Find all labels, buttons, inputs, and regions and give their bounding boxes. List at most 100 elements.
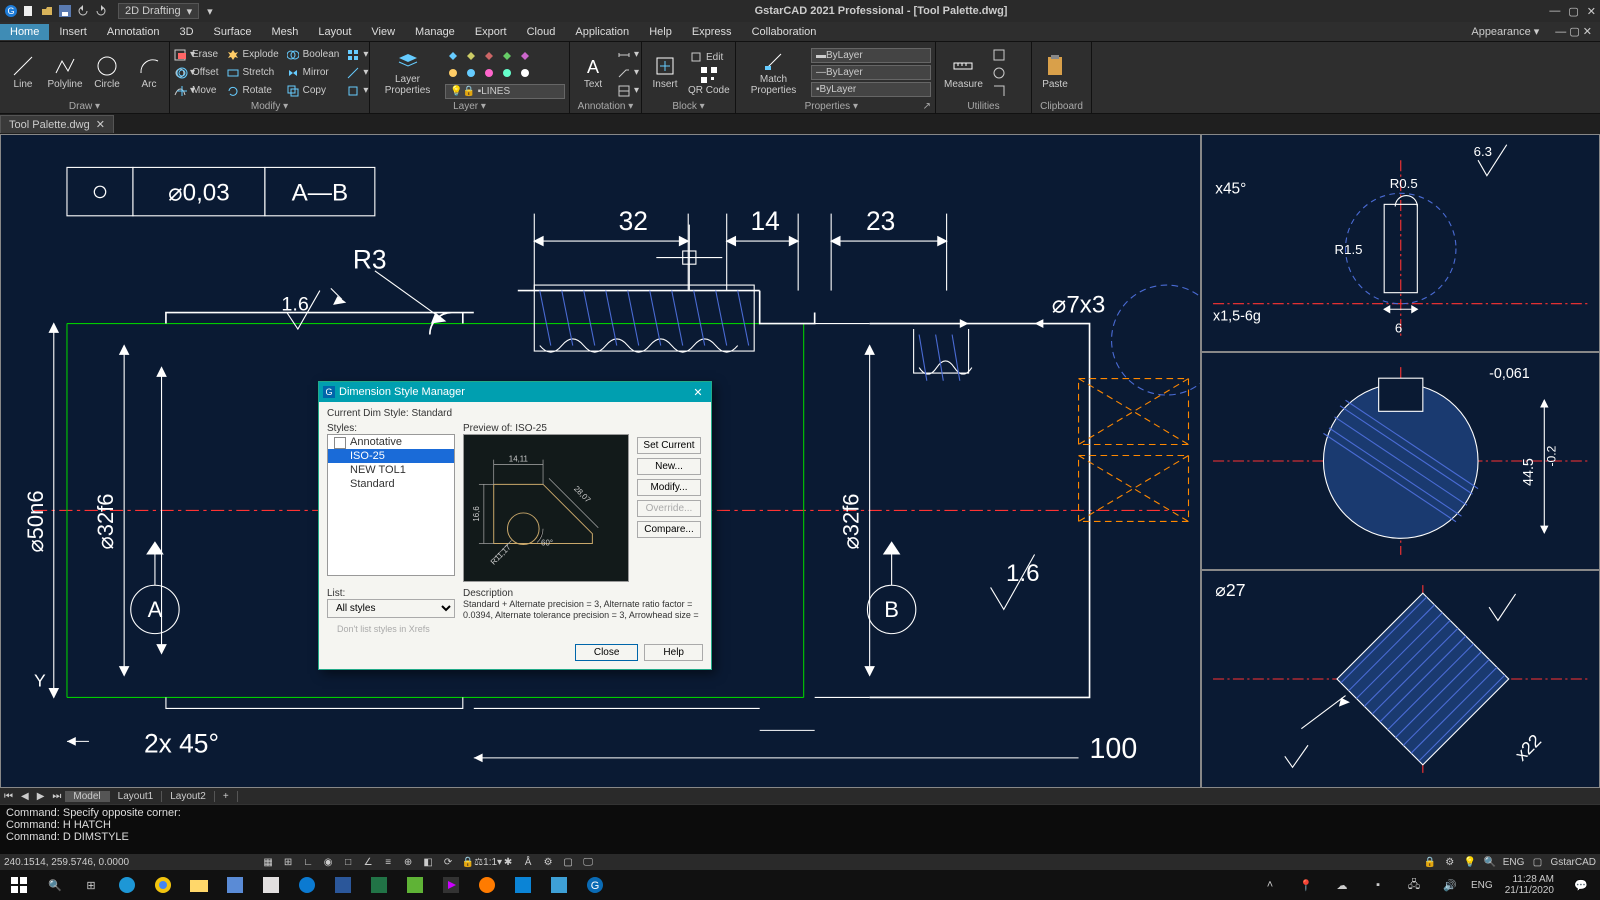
style-item-new-tol1[interactable]: NEW TOL1 bbox=[328, 463, 454, 477]
tab-collaboration[interactable]: Collaboration bbox=[742, 24, 827, 40]
layer-toggle-4[interactable] bbox=[499, 46, 515, 62]
style-item-iso-25[interactable]: ISO-25 bbox=[328, 449, 454, 463]
rotate-button[interactable]: Rotate bbox=[225, 83, 281, 99]
search-icon[interactable]: 🔍 bbox=[1483, 855, 1497, 869]
modify-extra-3[interactable]: ▾ bbox=[345, 83, 370, 99]
layer-tool-1[interactable] bbox=[445, 65, 461, 81]
undo-icon[interactable] bbox=[76, 4, 90, 18]
modify-style-button[interactable]: Modify... bbox=[637, 479, 701, 496]
tray-clock[interactable]: 11:28 AM 21/11/2020 bbox=[1499, 874, 1560, 896]
paste-button[interactable]: Paste bbox=[1036, 53, 1074, 92]
tray-lang[interactable]: ENG bbox=[1471, 880, 1493, 891]
excel-icon[interactable] bbox=[364, 871, 394, 899]
osnap-icon[interactable]: □ bbox=[341, 855, 355, 869]
doc-tab[interactable]: Tool Palette.dwg ✕ bbox=[0, 115, 114, 133]
ribbon-min-icon[interactable]: — ▢ ✕ bbox=[1547, 25, 1600, 38]
drawing-area[interactable]: ○ ⌀0,03 A—B 32 14 23 R3 1.6 ⌀7x3 bbox=[0, 134, 1600, 788]
layer-tool-4[interactable] bbox=[499, 65, 515, 81]
close-button[interactable]: Close bbox=[575, 644, 639, 661]
model-viewport[interactable]: ○ ⌀0,03 A—B 32 14 23 R3 1.6 ⌀7x3 bbox=[0, 134, 1201, 788]
tray-volume-icon[interactable]: 🔊 bbox=[1435, 871, 1465, 899]
match-properties-button[interactable]: Match Properties bbox=[740, 48, 807, 98]
boolean-button[interactable]: Boolean bbox=[285, 47, 342, 63]
otrack-icon[interactable]: ∠ bbox=[361, 855, 375, 869]
tab-view[interactable]: View bbox=[361, 24, 405, 40]
move-button[interactable]: Move bbox=[174, 83, 221, 99]
layout-tab-1[interactable]: Layout1 bbox=[110, 791, 163, 802]
tab-application[interactable]: Application bbox=[565, 24, 639, 40]
chrome-icon[interactable] bbox=[148, 871, 178, 899]
tray-onedrive-icon[interactable]: ☁ bbox=[1327, 871, 1357, 899]
line-button[interactable]: Line bbox=[4, 53, 42, 92]
dim-linear-button[interactable]: ▾ bbox=[616, 47, 641, 63]
explode-button[interactable]: Explode bbox=[225, 47, 281, 63]
annoscale-icon[interactable]: 🔒 bbox=[461, 855, 475, 869]
tab-cloud[interactable]: Cloud bbox=[517, 24, 566, 40]
layout-tab-model[interactable]: Model bbox=[65, 791, 109, 802]
tray-loc-icon[interactable]: 📍 bbox=[1291, 871, 1321, 899]
mirror-button[interactable]: Mirror bbox=[285, 65, 342, 81]
tray-chevron-icon[interactable]: ˄ bbox=[1255, 871, 1285, 899]
tab-manage[interactable]: Manage bbox=[405, 24, 465, 40]
tab-3d[interactable]: 3D bbox=[169, 24, 203, 40]
media-icon[interactable] bbox=[436, 871, 466, 899]
tab-export[interactable]: Export bbox=[465, 24, 517, 40]
ortho-icon[interactable]: ∟ bbox=[301, 855, 315, 869]
app-icon-2[interactable] bbox=[256, 871, 286, 899]
erase-button[interactable]: Erase bbox=[174, 47, 221, 63]
teamviewer-icon[interactable] bbox=[508, 871, 538, 899]
snap-mode-icon[interactable]: ⊞ bbox=[281, 855, 295, 869]
camtasia-icon[interactable] bbox=[400, 871, 430, 899]
snip-icon[interactable] bbox=[544, 871, 574, 899]
lineweight-combo[interactable]: — ByLayer bbox=[811, 65, 931, 80]
word-icon[interactable] bbox=[328, 871, 358, 899]
measure-button[interactable]: Measure bbox=[940, 53, 987, 92]
snap-grid-icon[interactable]: ▦ bbox=[261, 855, 275, 869]
tab-layout[interactable]: Layout bbox=[308, 24, 361, 40]
layout-nav-last-icon[interactable]: ⏭ bbox=[48, 791, 65, 802]
insert-button[interactable]: Insert bbox=[646, 53, 684, 92]
stretch-button[interactable]: Stretch bbox=[225, 65, 281, 81]
edge2-icon[interactable] bbox=[292, 871, 322, 899]
edge-icon[interactable] bbox=[112, 871, 142, 899]
util-3[interactable] bbox=[991, 83, 1007, 99]
block-edit-button[interactable]: Edit bbox=[688, 49, 730, 65]
app-icon-1[interactable] bbox=[220, 871, 250, 899]
selection-cycling-icon[interactable]: ⟳ bbox=[441, 855, 455, 869]
redo-icon[interactable] bbox=[94, 4, 108, 18]
dialog-titlebar[interactable]: G Dimension Style Manager ✕ bbox=[319, 382, 711, 402]
linetype-combo[interactable]: ▪ ByLayer bbox=[811, 82, 931, 97]
autoscale-icon[interactable]: Å bbox=[521, 855, 535, 869]
monitor-icon[interactable]: 🖵 bbox=[581, 855, 595, 869]
modify-extra-2[interactable]: ▾ bbox=[345, 65, 370, 81]
layer-toggle-5[interactable] bbox=[517, 46, 533, 62]
firefox-icon[interactable] bbox=[472, 871, 502, 899]
layer-combo[interactable]: 💡🔒 ▪ LINES bbox=[445, 84, 565, 99]
transparency-icon[interactable]: ◧ bbox=[421, 855, 435, 869]
tab-mesh[interactable]: Mesh bbox=[261, 24, 308, 40]
close-icon[interactable]: ✕ bbox=[1587, 5, 1596, 18]
layout-nav-prev-icon[interactable]: ◀ bbox=[17, 791, 33, 802]
workspace-status-icon[interactable]: ⚙ bbox=[541, 855, 555, 869]
offset-button[interactable]: Offset bbox=[174, 65, 221, 81]
tray-network-icon[interactable]: 🖧 bbox=[1399, 871, 1429, 899]
taskview-icon[interactable]: ⊞ bbox=[76, 871, 106, 899]
compare-style-button[interactable]: Compare... bbox=[637, 521, 701, 538]
lock-icon[interactable]: 🔒 bbox=[1423, 855, 1437, 869]
style-item-annotative[interactable]: Annotative bbox=[328, 435, 454, 449]
dyn-input-icon[interactable]: ⊕ bbox=[401, 855, 415, 869]
tray-app-icon[interactable]: ▪ bbox=[1363, 871, 1393, 899]
table-button[interactable]: ▾ bbox=[616, 83, 641, 99]
util-1[interactable] bbox=[991, 47, 1007, 63]
appearance-menu[interactable]: Appearance ▾ bbox=[1463, 25, 1547, 38]
layer-toggle-3[interactable] bbox=[481, 46, 497, 62]
set-current-button[interactable]: Set Current bbox=[637, 437, 701, 454]
open-icon[interactable] bbox=[40, 4, 54, 18]
style-item-standard[interactable]: Standard bbox=[328, 477, 454, 491]
layer-properties-button[interactable]: Layer Properties bbox=[374, 48, 441, 98]
lineweight-icon[interactable]: ≡ bbox=[381, 855, 395, 869]
gear-icon[interactable]: ⚙ bbox=[1443, 855, 1457, 869]
arc-button[interactable]: Arc bbox=[130, 53, 168, 92]
layout-nav-first-icon[interactable]: ⏮ bbox=[0, 791, 17, 802]
hidden-icon[interactable]: ▢ bbox=[561, 855, 575, 869]
